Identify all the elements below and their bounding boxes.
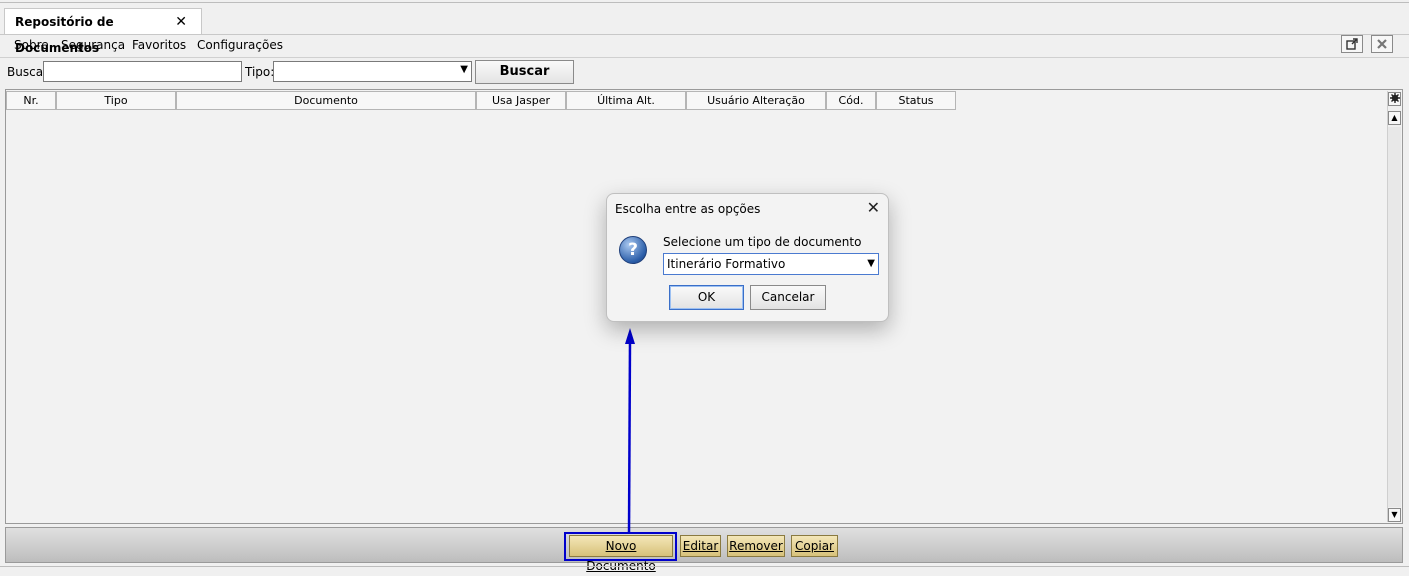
buscar-button[interactable]: Buscar [475,60,574,84]
column-tipo[interactable]: Tipo [56,91,176,110]
scroll-track[interactable] [1388,127,1401,507]
copiar-button[interactable]: Copiar [791,535,838,557]
bottom-border [0,566,1409,567]
vertical-scrollbar[interactable]: ▲ ▼ [1387,91,1401,522]
search-input[interactable] [43,61,242,82]
column-usa-jasper[interactable]: Usa Jasper [476,91,566,110]
column-nr[interactable]: Nr. [6,91,56,110]
arrow-down-icon: ▼ [1391,510,1398,519]
scroll-down-button[interactable]: ▼ [1388,508,1401,522]
menu-sobre[interactable]: Sobre [14,38,49,52]
annotation-arrow [625,328,635,535]
close-window-button[interactable] [1371,35,1393,53]
arrow-up-icon: ▲ [1391,113,1398,122]
tab-strip: Repositório de Documentos ✕ [0,4,1409,55]
tipo-label: Tipo: [245,65,275,79]
editar-button[interactable]: Editar [680,535,721,557]
dialog-prompt: Selecione um tipo de documento [663,235,862,249]
options-dialog: Escolha entre as opções ✕ ? Selecione um… [606,193,889,322]
close-icon [1377,39,1387,49]
app-window: Repositório de Documentos ✕ Sobre Segura… [0,0,1409,573]
scroll-up-button[interactable]: ▲ [1388,111,1401,125]
ok-button[interactable]: OK [669,285,744,310]
question-icon: ? [619,236,647,264]
column-usuario-alteracao[interactable]: Usuário Alteração [686,91,826,110]
column-documento[interactable]: Documento [176,91,476,110]
column-cod[interactable]: Cód. [826,91,876,110]
remover-button[interactable]: Remover [727,535,785,557]
selected-document-type: Itinerário Formativo [667,257,786,271]
dialog-title: Escolha entre as opções [615,202,761,216]
column-status[interactable]: Status [876,91,956,110]
busca-label: Busca: [7,65,48,79]
popout-button[interactable] [1341,35,1363,53]
tab-repositorio[interactable]: Repositório de Documentos ✕ [4,8,202,55]
gear-icon [1389,93,1400,103]
highlight-box [564,532,677,561]
top-border [0,2,1409,3]
menu-configuracoes[interactable]: Configurações [197,38,283,52]
chevron-down-icon: ▼ [867,258,875,269]
column-ultima-alt[interactable]: Última Alt. [566,91,686,110]
chevron-down-icon: ▼ [460,64,468,75]
document-type-select[interactable]: Itinerário Formativo ▼ [663,253,879,275]
popout-icon [1346,38,1358,50]
menubar: Sobre Segurança Favoritos Configurações [0,35,1409,58]
cancel-button[interactable]: Cancelar [750,285,826,310]
close-tab-icon[interactable]: ✕ [175,9,187,35]
menu-seguranca[interactable]: Segurança [61,38,125,52]
tipo-select[interactable]: ▼ [273,61,472,82]
menu-favoritos[interactable]: Favoritos [132,38,186,52]
column-settings-button[interactable] [1388,92,1401,106]
dialog-close-icon[interactable]: ✕ [867,198,880,217]
